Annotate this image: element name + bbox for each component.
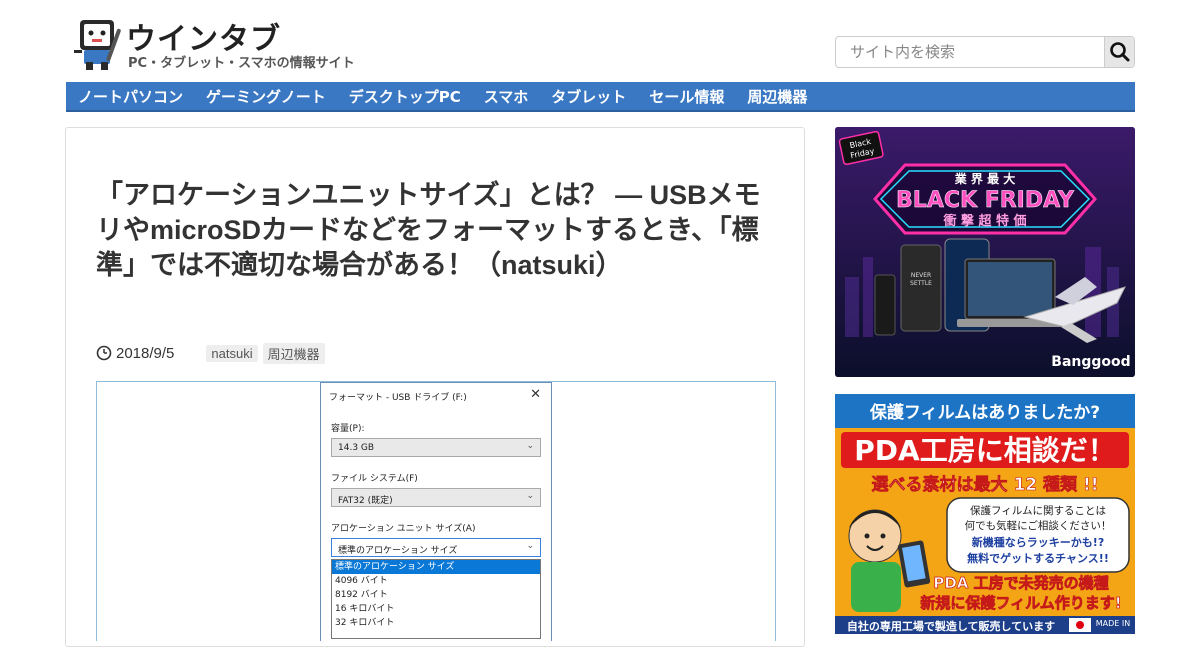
article-title: 「アロケーションユニットサイズ」とは？ — USBメモリやmicroSDカードな… bbox=[96, 180, 761, 280]
article-date: 2018/9/5 bbox=[116, 344, 175, 362]
allocation-option: 4096 バイト bbox=[335, 576, 388, 586]
filesystem-value: FAT32 (既定) bbox=[338, 496, 393, 506]
search-button[interactable] bbox=[1104, 37, 1134, 67]
bubble-line1: 保護フィルムに関することは bbox=[970, 504, 1106, 517]
site-header: ウインタブ PC・タブレット・スマホの情報サイト bbox=[0, 0, 1200, 82]
capacity-select: 14.3 GB ⌄ bbox=[331, 438, 541, 457]
filesystem-label: ファイル システム(F) bbox=[331, 474, 418, 484]
clock-icon bbox=[96, 345, 112, 361]
nav-item-notebook[interactable]: ノートパソコン bbox=[78, 86, 183, 107]
global-nav: ノートパソコン ゲーミングノート デスクトップPC スマホ タブレット セール情… bbox=[66, 82, 1135, 112]
allocation-select: 標準のアロケーション サイズ ⌄ bbox=[331, 538, 541, 557]
site-subtitle: PC・タブレット・スマホの情報サイト bbox=[128, 56, 355, 71]
search-input[interactable] bbox=[836, 37, 1104, 67]
mascot-icon bbox=[74, 20, 121, 70]
allocation-options-list: 標準のアロケーション サイズ 4096 バイト 8192 バイト 16 キロバイ… bbox=[331, 559, 541, 639]
ad1-line2: BLACK FRIDAY bbox=[896, 188, 1075, 213]
capacity-label: 容量(P): bbox=[331, 424, 365, 434]
close-icon: ✕ bbox=[530, 387, 541, 402]
ad2-line5: 新規に保護フィルム作ります! bbox=[920, 594, 1121, 612]
ad2-line1: 保護フィルムはありましたか? bbox=[869, 402, 1100, 423]
allocation-option: 16 キロバイト bbox=[335, 604, 395, 614]
nav-item-gaming-notebook[interactable]: ゲーミングノート bbox=[206, 86, 326, 107]
ad2-line2: PDA工房に相談だ！ bbox=[854, 434, 1115, 467]
allocation-label: アロケーション ユニット サイズ(A) bbox=[331, 524, 476, 534]
capacity-value: 14.3 GB bbox=[338, 443, 375, 453]
bubble-line2: 何でも気軽にご相談ください！ bbox=[965, 519, 1112, 532]
nav-item-desktop[interactable]: デスクトップPC bbox=[349, 86, 461, 107]
phone-text2: SETTLE bbox=[910, 280, 932, 287]
made-in-label: MADE IN bbox=[1096, 619, 1130, 628]
tag-category[interactable]: 周辺機器 bbox=[262, 342, 325, 364]
filesystem-select: FAT32 (既定) ⌄ bbox=[331, 488, 541, 507]
article-meta: 2018/9/5 natsuki 周辺機器 bbox=[96, 342, 325, 364]
ad2-line4: PDA 工房で未発売の機種 bbox=[933, 574, 1108, 592]
ad2-line6: 自社の専用工場で製造して販売しています bbox=[847, 619, 1055, 633]
pda-kobo-banner-graphic: 保護フィルムはありましたか? PDA工房に相談だ！ 選べる素材は最大 12 種類… bbox=[835, 394, 1135, 634]
nav-item-tablet[interactable]: タブレット bbox=[551, 86, 626, 107]
allocation-option: 32 キロバイト bbox=[335, 618, 395, 628]
banner-ad-banggood[interactable]: Black Friday 業 界 最 大 BLACK FRIDAY 衝 撃 超 … bbox=[835, 127, 1135, 377]
banner-ad-pda-kobo[interactable]: 保護フィルムはありましたか? PDA工房に相談だ！ 選べる素材は最大 12 種類… bbox=[835, 394, 1135, 634]
allocation-value: 標準のアロケーション サイズ bbox=[338, 546, 458, 556]
search-icon bbox=[1110, 42, 1130, 62]
ad2-line3: 選べる素材は最大 12 種類 !! bbox=[872, 474, 1099, 495]
site-logo[interactable]: ウインタブ PC・タブレット・スマホの情報サイト bbox=[72, 14, 372, 72]
search-box bbox=[835, 36, 1135, 68]
banggood-logo: Banggood bbox=[1051, 354, 1130, 370]
format-dialog: フォーマット - USB ドライブ (F:) ✕ 容量(P): 14.3 GB … bbox=[320, 382, 552, 641]
ad1-line3: 衝 撃 超 特 価 bbox=[942, 213, 1026, 229]
allocation-option: 8192 バイト bbox=[335, 590, 388, 600]
bubble-line3: 新機種ならラッキーかも!? bbox=[972, 535, 1104, 549]
nav-item-sale[interactable]: セール情報 bbox=[649, 86, 724, 107]
nav-item-peripherals[interactable]: 周辺機器 bbox=[747, 86, 807, 107]
eyecatch-image: フォーマット - USB ドライブ (F:) ✕ 容量(P): 14.3 GB … bbox=[96, 381, 776, 641]
chevron-down-icon: ⌄ bbox=[526, 441, 534, 451]
black-friday-banner-graphic: Black Friday 業 界 最 大 BLACK FRIDAY 衝 撃 超 … bbox=[835, 127, 1135, 377]
article-card: 「アロケーションユニットサイズ」とは？ — USBメモリやmicroSDカードな… bbox=[65, 127, 805, 647]
allocation-option: 標準のアロケーション サイズ bbox=[332, 560, 540, 574]
tag-author[interactable]: natsuki bbox=[206, 344, 258, 362]
ad1-line1: 業 界 最 大 bbox=[954, 171, 1016, 186]
bubble-line4: 無料でゲットするチャンス!! bbox=[967, 551, 1109, 565]
chevron-down-icon: ⌄ bbox=[526, 541, 534, 551]
nav-item-smartphone[interactable]: スマホ bbox=[484, 86, 529, 107]
chevron-down-icon: ⌄ bbox=[526, 491, 534, 501]
phone-text1: NEVER bbox=[911, 272, 931, 279]
dialog-title: フォーマット - USB ドライブ (F:) bbox=[329, 393, 467, 403]
